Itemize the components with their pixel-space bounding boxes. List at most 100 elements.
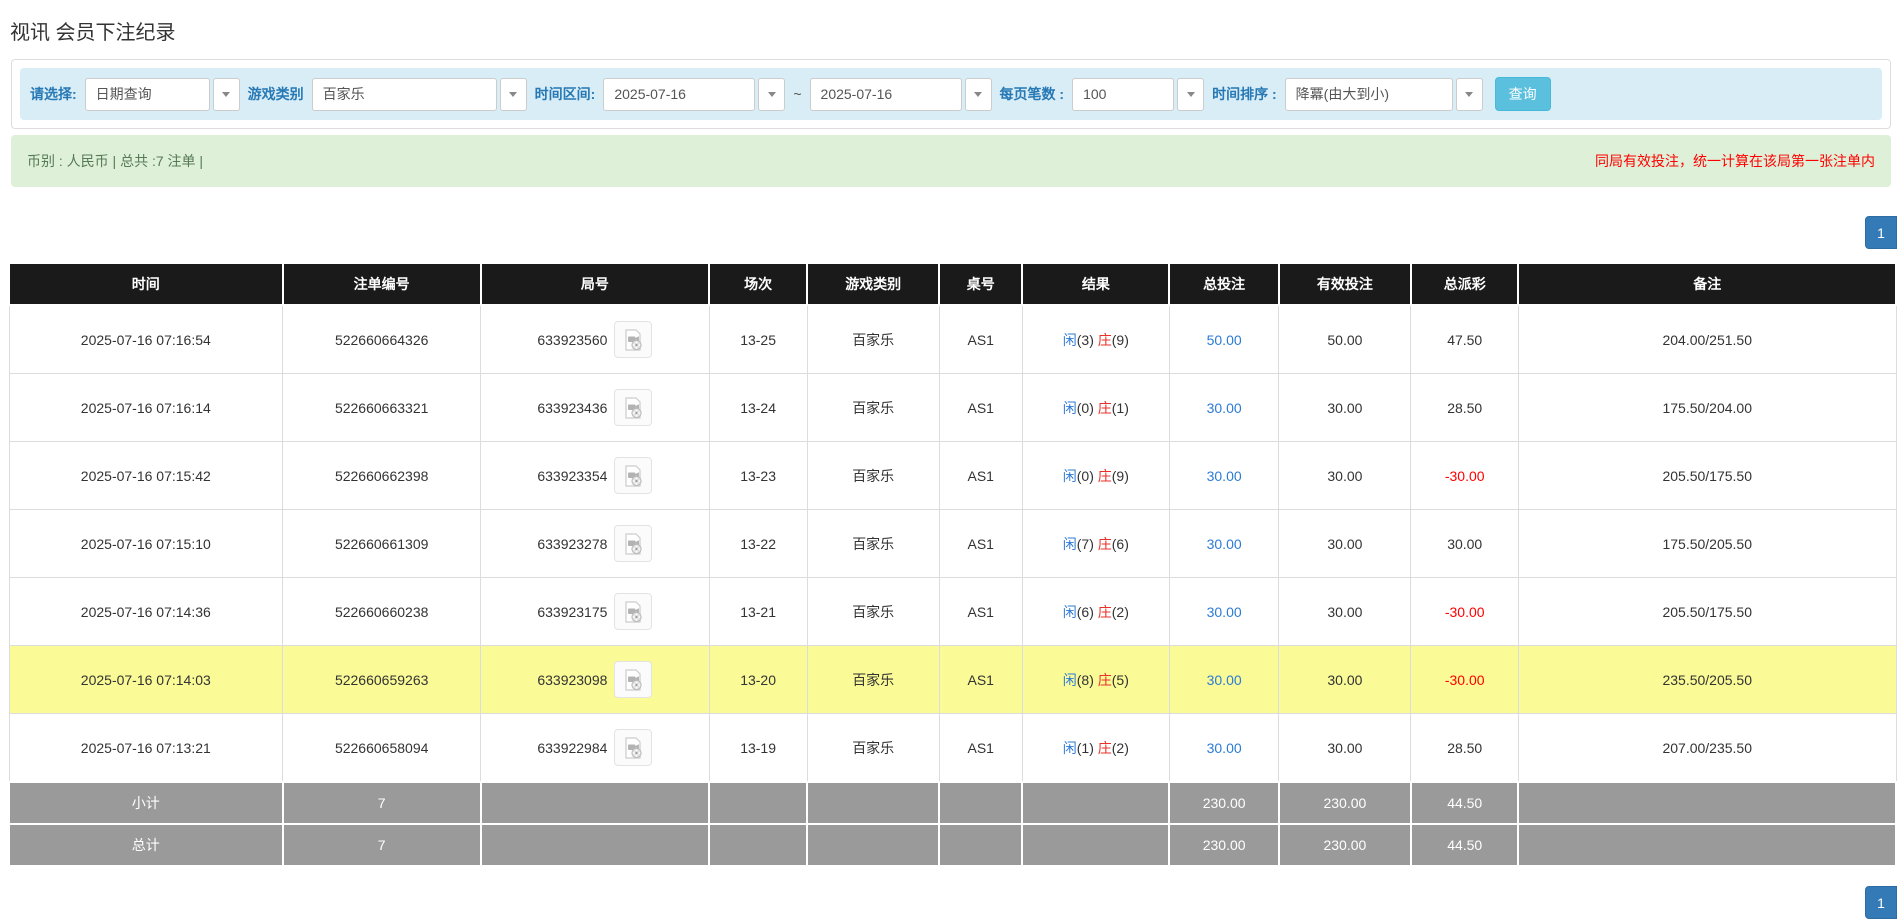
cell-result: 闲(3) 庄(9) — [1022, 305, 1169, 374]
result-player-score: (8) — [1077, 672, 1098, 688]
round-number: 633923354 — [537, 468, 607, 484]
cell-payout: 47.50 — [1411, 305, 1519, 374]
cell-game-type: 百家乐 — [807, 374, 939, 442]
date-to-select[interactable]: 2025-07-16 — [810, 78, 992, 111]
cell-session: 13-21 — [709, 578, 807, 646]
cell-time: 2025-07-16 07:14:03 — [9, 646, 283, 714]
chevron-down-icon[interactable] — [965, 78, 992, 111]
search-button[interactable]: 查询 — [1495, 77, 1551, 111]
summary-label: 小计 — [9, 782, 283, 824]
page-size-value[interactable]: 100 — [1072, 78, 1174, 111]
cell-session: 13-25 — [709, 305, 807, 374]
game-type-value[interactable]: 百家乐 — [312, 78, 497, 111]
video-replay-button[interactable] — [614, 525, 652, 562]
chevron-down-icon[interactable] — [758, 78, 785, 111]
cell-game-type: 百家乐 — [807, 714, 939, 783]
video-replay-button[interactable] — [614, 593, 652, 630]
cell-time: 2025-07-16 07:14:36 — [9, 578, 283, 646]
cell-bet-id: 522660661309 — [283, 510, 481, 578]
result-player: 闲 — [1063, 672, 1077, 688]
video-replay-icon — [621, 328, 645, 352]
summary-bar: 币别 : 人民币 | 总共 :7 注单 | 同局有效投注，统一计算在该局第一张注… — [11, 135, 1891, 187]
cell-game-type: 百家乐 — [807, 305, 939, 374]
summary-total-bet: 230.00 — [1169, 782, 1278, 824]
video-replay-button[interactable] — [614, 661, 652, 698]
cell-valid-bet: 50.00 — [1279, 305, 1411, 374]
date-from-value[interactable]: 2025-07-16 — [603, 78, 755, 111]
cell-remark: 205.50/175.50 — [1518, 578, 1896, 646]
page: 视讯 会员下注纪录 请选择: 日期查询 游戏类别 百家乐 时间区间: 2025-… — [0, 16, 1897, 919]
total-bet-link[interactable]: 30.00 — [1207, 536, 1242, 552]
filter-panel: 请选择: 日期查询 游戏类别 百家乐 时间区间: 2025-07-16 ~ 20… — [11, 59, 1891, 129]
result-banker-score: (2) — [1112, 740, 1129, 756]
result-banker: 庄 — [1098, 672, 1112, 688]
video-replay-icon — [621, 464, 645, 488]
cell-time: 2025-07-16 07:13:21 — [9, 714, 283, 783]
result-player-score: (3) — [1077, 332, 1098, 348]
cell-bet-id: 522660659263 — [283, 646, 481, 714]
video-replay-button[interactable] — [614, 389, 652, 426]
chevron-down-icon[interactable] — [500, 78, 527, 111]
time-range-label: 时间区间: — [535, 84, 596, 104]
sort-order-value[interactable]: 降冪(由大到小) — [1285, 78, 1453, 111]
sort-order-select[interactable]: 降冪(由大到小) — [1285, 78, 1483, 111]
cell-total-bet: 30.00 — [1169, 578, 1278, 646]
page-button-1[interactable]: 1 — [1865, 216, 1897, 249]
page-size-select[interactable]: 100 — [1072, 78, 1204, 111]
round-number: 633923098 — [537, 672, 607, 688]
date-range-separator: ~ — [793, 86, 801, 102]
chevron-down-icon[interactable] — [1456, 78, 1483, 111]
cell-valid-bet: 30.00 — [1279, 510, 1411, 578]
cell-round: 633923278 — [481, 510, 709, 578]
result-banker: 庄 — [1098, 400, 1112, 416]
total-bet-link[interactable]: 30.00 — [1207, 672, 1242, 688]
page-title: 视讯 会员下注纪录 — [10, 16, 1887, 45]
column-header: 游戏类别 — [807, 263, 939, 305]
result-banker: 庄 — [1098, 332, 1112, 348]
round-number: 633922984 — [537, 740, 607, 756]
summary-label: 总计 — [9, 824, 283, 866]
date-to-value[interactable]: 2025-07-16 — [810, 78, 962, 111]
result-player: 闲 — [1063, 332, 1077, 348]
cell-table-number: AS1 — [939, 305, 1022, 374]
column-header: 有效投注 — [1279, 263, 1411, 305]
total-bet-link[interactable]: 30.00 — [1207, 400, 1242, 416]
game-type-select[interactable]: 百家乐 — [312, 78, 527, 111]
video-replay-icon — [621, 668, 645, 692]
video-replay-button[interactable] — [614, 321, 652, 358]
cell-total-bet: 30.00 — [1169, 646, 1278, 714]
total-bet-link[interactable]: 30.00 — [1207, 740, 1242, 756]
column-header: 局号 — [481, 263, 709, 305]
total-row: 总计 7 230.00 230.00 44.50 — [9, 824, 1896, 866]
chevron-down-icon[interactable] — [1177, 78, 1204, 111]
column-header: 场次 — [709, 263, 807, 305]
page-button-1[interactable]: 1 — [1865, 886, 1897, 919]
cell-remark: 235.50/205.50 — [1518, 646, 1896, 714]
date-from-select[interactable]: 2025-07-16 — [603, 78, 785, 111]
query-type-select[interactable]: 日期查询 — [85, 78, 240, 111]
column-header: 桌号 — [939, 263, 1022, 305]
round-number: 633923278 — [537, 536, 607, 552]
sort-order-label: 时间排序 : — [1212, 84, 1277, 104]
total-bet-link[interactable]: 50.00 — [1207, 332, 1242, 348]
cell-valid-bet: 30.00 — [1279, 714, 1411, 783]
video-replay-button[interactable] — [614, 457, 652, 494]
cell-total-bet: 50.00 — [1169, 305, 1278, 374]
column-header: 时间 — [9, 263, 283, 305]
cell-session: 13-19 — [709, 714, 807, 783]
cell-time: 2025-07-16 07:16:54 — [9, 305, 283, 374]
cell-result: 闲(8) 庄(5) — [1022, 646, 1169, 714]
total-bet-link[interactable]: 30.00 — [1207, 604, 1242, 620]
result-player-score: (6) — [1077, 604, 1098, 620]
cell-valid-bet: 30.00 — [1279, 374, 1411, 442]
query-type-value[interactable]: 日期查询 — [85, 78, 210, 111]
total-bet-link[interactable]: 30.00 — [1207, 468, 1242, 484]
chevron-down-icon[interactable] — [213, 78, 240, 111]
cell-game-type: 百家乐 — [807, 646, 939, 714]
video-replay-button[interactable] — [614, 729, 652, 766]
table-row: 2025-07-16 07:15:10 522660661309 6339232… — [9, 510, 1896, 578]
result-player: 闲 — [1063, 740, 1077, 756]
result-banker-score: (1) — [1112, 400, 1129, 416]
video-replay-icon — [621, 532, 645, 556]
cell-round: 633922984 — [481, 714, 709, 783]
